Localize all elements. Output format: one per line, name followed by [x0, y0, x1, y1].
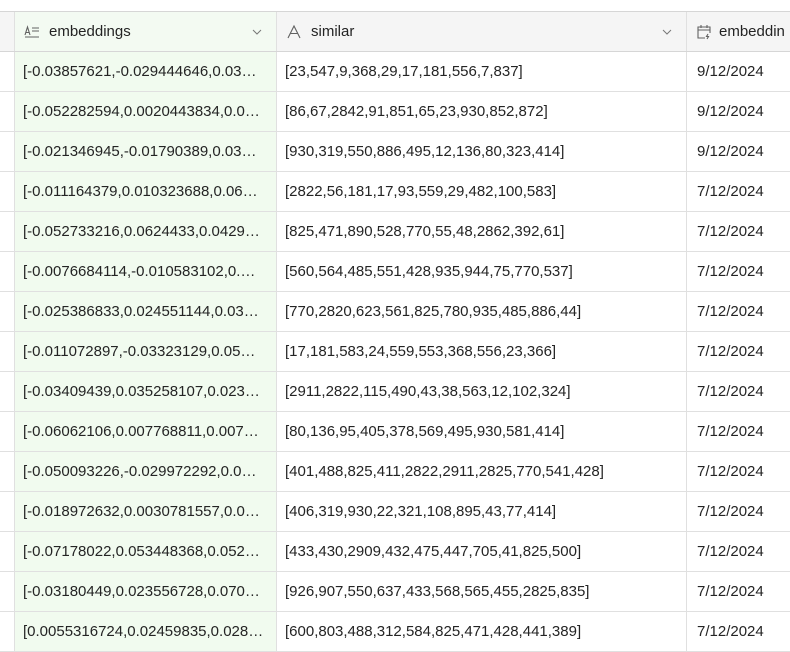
similar-cell[interactable]: [80,136,95,405,378,569,495,930,581,414]: [277, 412, 687, 451]
table-row[interactable]: [-0.021346945,-0.01790389,0.03… [930,319,…: [0, 132, 790, 172]
embeddings-cell[interactable]: [-0.018972632,0.0030781557,0.0…: [15, 492, 277, 531]
table-row[interactable]: [-0.0076684114,-0.010583102,0.… [560,564,…: [0, 252, 790, 292]
date-cell[interactable]: 7/12/2024: [687, 252, 790, 291]
date-cell[interactable]: 9/12/2024: [687, 52, 790, 91]
similar-cell[interactable]: [825,471,890,528,770,55,48,2862,392,61]: [277, 212, 687, 251]
column-header-embeddings[interactable]: embeddings: [15, 12, 277, 51]
similar-cell[interactable]: [86,67,2842,91,851,65,23,930,852,872]: [277, 92, 687, 131]
date-cell[interactable]: 9/12/2024: [687, 92, 790, 131]
grid-body: [-0.03857621,-0.029444646,0.03… [23,547,9…: [0, 52, 790, 652]
date-cell[interactable]: 7/12/2024: [687, 532, 790, 571]
row-selector-cell[interactable]: [0, 292, 15, 331]
table-row[interactable]: [-0.07178022,0.053448368,0.052… [433,430,…: [0, 532, 790, 572]
table-row[interactable]: [-0.03409439,0.035258107,0.023… [2911,282…: [0, 372, 790, 412]
embeddings-cell[interactable]: [-0.011164379,0.010323688,0.06…: [15, 172, 277, 211]
similar-cell[interactable]: [2822,56,181,17,93,559,29,482,100,583]: [277, 172, 687, 211]
date-cell[interactable]: 7/12/2024: [687, 212, 790, 251]
date-cell[interactable]: 7/12/2024: [687, 412, 790, 451]
similar-cell[interactable]: [560,564,485,551,428,935,944,75,770,537]: [277, 252, 687, 291]
embeddings-cell[interactable]: [-0.03857621,-0.029444646,0.03…: [15, 52, 277, 91]
embeddings-cell[interactable]: [-0.052733216,0.0624433,0.0429…: [15, 212, 277, 251]
similar-cell[interactable]: [2911,2822,115,490,43,38,563,12,102,324]: [277, 372, 687, 411]
date-cell[interactable]: 7/12/2024: [687, 452, 790, 491]
table-row[interactable]: [0.0055316724,0.02459835,0.028… [600,803,…: [0, 612, 790, 652]
column-header-partial[interactable]: [0, 12, 15, 51]
row-selector-cell[interactable]: [0, 492, 15, 531]
embeddings-cell[interactable]: [-0.025386833,0.024551144,0.03…: [15, 292, 277, 331]
table-row[interactable]: [-0.052282594,0.0020443834,0.0… [86,67,28…: [0, 92, 790, 132]
row-selector-cell[interactable]: [0, 212, 15, 251]
row-selector-cell[interactable]: [0, 612, 15, 651]
embeddings-cell[interactable]: [-0.021346945,-0.01790389,0.03…: [15, 132, 277, 171]
table-row[interactable]: [-0.06062106,0.007768811,0.007… [80,136,9…: [0, 412, 790, 452]
embeddings-cell[interactable]: [0.0055316724,0.02459835,0.028…: [15, 612, 277, 651]
date-cell[interactable]: 7/12/2024: [687, 572, 790, 611]
embeddings-cell[interactable]: [-0.050093226,-0.029972292,0.0…: [15, 452, 277, 491]
row-selector-cell[interactable]: [0, 332, 15, 371]
row-selector-cell[interactable]: [0, 172, 15, 211]
table-row[interactable]: [-0.03857621,-0.029444646,0.03… [23,547,9…: [0, 52, 790, 92]
long-text-icon: [24, 24, 39, 38]
calendar-icon: [697, 24, 711, 39]
row-selector-cell[interactable]: [0, 132, 15, 171]
date-cell[interactable]: 7/12/2024: [687, 332, 790, 371]
row-selector-cell[interactable]: [0, 412, 15, 451]
embeddings-cell[interactable]: [-0.011072897,-0.03323129,0.05…: [15, 332, 277, 371]
similar-cell[interactable]: [600,803,488,312,584,825,471,428,441,389…: [277, 612, 687, 651]
table-row[interactable]: [-0.011072897,-0.03323129,0.05… [17,181,5…: [0, 332, 790, 372]
date-cell[interactable]: 7/12/2024: [687, 612, 790, 651]
table-row[interactable]: [-0.011164379,0.010323688,0.06… [2822,56,…: [0, 172, 790, 212]
row-selector-cell[interactable]: [0, 372, 15, 411]
date-cell[interactable]: 7/12/2024: [687, 492, 790, 531]
header-row: embeddings similar embeddin: [0, 11, 790, 52]
chevron-down-icon[interactable]: [662, 27, 672, 37]
table-row[interactable]: [-0.018972632,0.0030781557,0.0… [406,319,…: [0, 492, 790, 532]
table-row[interactable]: [-0.03180449,0.023556728,0.070… [926,907,…: [0, 572, 790, 612]
similar-cell[interactable]: [17,181,583,24,559,553,368,556,23,366]: [277, 332, 687, 371]
column-label: similar: [311, 23, 355, 40]
column-header-embedding-date[interactable]: embeddin: [687, 12, 790, 51]
chevron-down-icon[interactable]: [252, 27, 262, 37]
row-selector-cell[interactable]: [0, 532, 15, 571]
similar-cell[interactable]: [926,907,550,637,433,568,565,455,2825,83…: [277, 572, 687, 611]
column-label: embeddings: [49, 23, 131, 40]
date-cell[interactable]: 7/12/2024: [687, 172, 790, 211]
date-cell[interactable]: 7/12/2024: [687, 372, 790, 411]
text-icon: [287, 24, 301, 38]
table-row[interactable]: [-0.050093226,-0.029972292,0.0… [401,488,…: [0, 452, 790, 492]
row-selector-cell[interactable]: [0, 92, 15, 131]
embeddings-cell[interactable]: [-0.03409439,0.035258107,0.023…: [15, 372, 277, 411]
column-header-similar[interactable]: similar: [277, 12, 687, 51]
date-cell[interactable]: 7/12/2024: [687, 292, 790, 331]
table-row[interactable]: [-0.025386833,0.024551144,0.03… [770,2820…: [0, 292, 790, 332]
column-label: embeddin: [719, 23, 785, 40]
embeddings-cell[interactable]: [-0.07178022,0.053448368,0.052…: [15, 532, 277, 571]
similar-cell[interactable]: [433,430,2909,432,475,447,705,41,825,500…: [277, 532, 687, 571]
row-selector-cell[interactable]: [0, 52, 15, 91]
embeddings-cell[interactable]: [-0.052282594,0.0020443834,0.0…: [15, 92, 277, 131]
similar-cell[interactable]: [406,319,930,22,321,108,895,43,77,414]: [277, 492, 687, 531]
row-selector-cell[interactable]: [0, 452, 15, 491]
embeddings-cell[interactable]: [-0.0076684114,-0.010583102,0.…: [15, 252, 277, 291]
row-selector-cell[interactable]: [0, 572, 15, 611]
similar-cell[interactable]: [770,2820,623,561,825,780,935,485,886,44…: [277, 292, 687, 331]
similar-cell[interactable]: [930,319,550,886,495,12,136,80,323,414]: [277, 132, 687, 171]
embeddings-cell[interactable]: [-0.06062106,0.007768811,0.007…: [15, 412, 277, 451]
table-row[interactable]: [-0.052733216,0.0624433,0.0429… [825,471,…: [0, 212, 790, 252]
similar-cell[interactable]: [401,488,825,411,2822,2911,2825,770,541,…: [277, 452, 687, 491]
data-grid: embeddings similar embeddin [-0.03857621…: [0, 11, 790, 652]
embeddings-cell[interactable]: [-0.03180449,0.023556728,0.070…: [15, 572, 277, 611]
date-cell[interactable]: 9/12/2024: [687, 132, 790, 171]
row-selector-cell[interactable]: [0, 252, 15, 291]
similar-cell[interactable]: [23,547,9,368,29,17,181,556,7,837]: [277, 52, 687, 91]
